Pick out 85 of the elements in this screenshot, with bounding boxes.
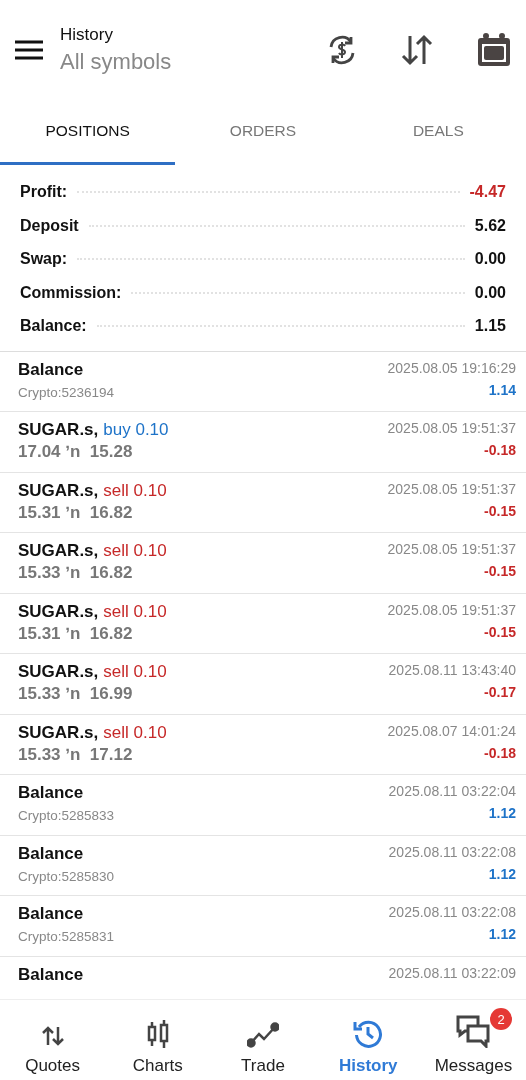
symbol-name: SUGAR.s,	[18, 662, 99, 682]
operation-amount: 1.14	[488, 381, 516, 398]
operation-time: 2025.08.05 19:51:37	[387, 601, 516, 618]
price-range: 17.04 ʼn 15.28	[18, 442, 133, 462]
history-row[interactable]: Balance Crypto:5236194 2025.08.05 19:16:29 1.14	[0, 351, 526, 412]
operation-time: 2025.08.11 03:22:08	[388, 904, 516, 920]
operation-comment: Crypto:5236194	[18, 384, 115, 400]
sort-icon[interactable]	[400, 34, 434, 66]
history-row[interactable]: Balance Crypto:5285831 2025.08.11 03:22:08 1.12	[0, 896, 526, 957]
price-range: 15.33 ʼn 16.82	[18, 563, 133, 583]
symbol-filter[interactable]: All symbols	[60, 49, 284, 75]
operation-time: 2025.08.11 03:22:04	[388, 783, 516, 799]
operation-time: 2025.08.05 19:51:37	[387, 541, 516, 557]
operation-amount: -0.15	[484, 623, 516, 640]
operation-amount: 1.12	[488, 805, 516, 821]
menu-icon[interactable]	[14, 39, 44, 61]
operation-time: 2025.08.05 19:51:37	[387, 480, 516, 497]
operation-comment: Crypto:5285833	[18, 808, 115, 823]
operation-time: 2025.08.07 14:01:24	[387, 722, 516, 739]
price-range: 15.31 ʼn 16.82	[18, 502, 133, 523]
operation-time: 2025.08.05 19:16:29	[387, 359, 516, 376]
history-icon	[353, 1018, 384, 1048]
order-type: sell 0.10	[103, 601, 167, 622]
operation-title: Balance	[18, 783, 84, 803]
symbol-name: SUGAR.s,	[18, 722, 99, 743]
price-range: 15.33 ʼn 17.12	[18, 744, 133, 765]
history-row[interactable]: SUGAR.s, sell 0.10 15.33 ʼn 17.12 2025.08.07 14:01:24 -0.18	[0, 714, 526, 775]
history-row[interactable]: SUGAR.s, sell 0.10 15.31 ʼn 16.82 2025.08.05 19:51:37 -0.15	[0, 472, 526, 533]
summary-label: Swap:	[20, 249, 68, 269]
order-type: sell 0.10	[103, 541, 167, 561]
operation-comment: Crypto:5285830	[18, 868, 115, 884]
tab[interactable]: DEALS	[350, 100, 526, 165]
tab[interactable]: ORDERS	[175, 100, 351, 165]
order-type: buy 0.10	[103, 420, 169, 440]
history-row[interactable]: SUGAR.s, buy 0.10 17.04 ʼn 15.28 2025.08.05 19:51:37 -0.18	[0, 412, 526, 473]
operation-amount: 1.12	[488, 926, 516, 942]
history-row[interactable]: SUGAR.s, sell 0.10 15.31 ʼn 16.82 2025.08.05 19:51:37 -0.15	[0, 593, 526, 654]
operation-amount: -0.18	[484, 442, 516, 458]
symbol-name: SUGAR.s,	[18, 541, 99, 561]
order-type: sell 0.10	[103, 480, 167, 501]
screen-title: History	[60, 25, 114, 45]
price-range: 15.33 ʼn 16.99	[18, 684, 133, 704]
calendar-icon[interactable]	[476, 32, 512, 68]
summary-label: Commission:	[20, 282, 122, 303]
nav-tab[interactable]: Messages 2	[420, 1000, 526, 1080]
operation-title: Balance	[18, 904, 84, 924]
symbol-name: SUGAR.s,	[18, 420, 99, 440]
symbol-name: SUGAR.s,	[18, 480, 99, 501]
operation-amount: -0.15	[484, 563, 516, 579]
operation-amount: -0.17	[484, 684, 516, 700]
nav-tab[interactable]: Quotes	[0, 1000, 106, 1080]
notification-badge: 2	[490, 1008, 512, 1030]
operation-comment: Crypto:5285831	[18, 929, 115, 944]
operation-time: 2025.08.11 03:22:08	[388, 843, 516, 860]
nav-tab[interactable]: Charts	[105, 1000, 211, 1080]
nav-tab[interactable]: Trade	[210, 1000, 316, 1080]
symbol-name: SUGAR.s,	[18, 601, 99, 622]
order-type: sell 0.10	[103, 662, 167, 682]
history-row[interactable]: Balance Crypto:5285830 2025.08.11 03:22:08 1.12	[0, 835, 526, 896]
price-range: 15.31 ʼn 16.82	[18, 623, 133, 644]
summary-label: Balance:	[20, 316, 87, 336]
chat-bubbles-icon	[455, 1014, 492, 1048]
operation-title: Balance	[18, 964, 84, 985]
operation-amount: 1.12	[488, 865, 516, 882]
history-row[interactable]: Balance Crypto:5285833 2025.08.11 03:22:04 1.12	[0, 775, 526, 836]
operation-amount: -0.18	[484, 744, 516, 761]
summary-value: 1.15	[474, 316, 506, 336]
summary-value: -4.47	[469, 182, 506, 202]
operation-title: Balance	[18, 359, 84, 380]
summary-value: 0.00	[474, 282, 506, 303]
order-type: sell 0.10	[103, 722, 167, 743]
operation-time: 2025.08.11 03:22:09	[388, 964, 516, 981]
summary-label: Profit:	[20, 182, 68, 202]
history-row[interactable]: SUGAR.s, sell 0.10 15.33 ʼn 16.99 2025.08.11 13:43:40 -0.17	[0, 654, 526, 715]
operation-amount: -0.15	[484, 502, 516, 519]
operation-time: 2025.08.05 19:51:37	[387, 420, 516, 436]
operation-title: Balance	[18, 843, 84, 864]
nav-tab[interactable]: History	[315, 1000, 421, 1080]
summary-value: 5.62	[474, 215, 506, 236]
summary-value: 0.00	[474, 249, 506, 269]
operation-time: 2025.08.11 13:43:40	[388, 662, 516, 678]
line-chart-icon	[247, 1022, 279, 1048]
summary-label: Deposit	[20, 215, 79, 236]
tab[interactable]: POSITIONS	[0, 100, 176, 165]
history-row[interactable]: SUGAR.s, sell 0.10 15.33 ʼn 16.82 2025.08.05 19:51:37 -0.15	[0, 533, 526, 594]
